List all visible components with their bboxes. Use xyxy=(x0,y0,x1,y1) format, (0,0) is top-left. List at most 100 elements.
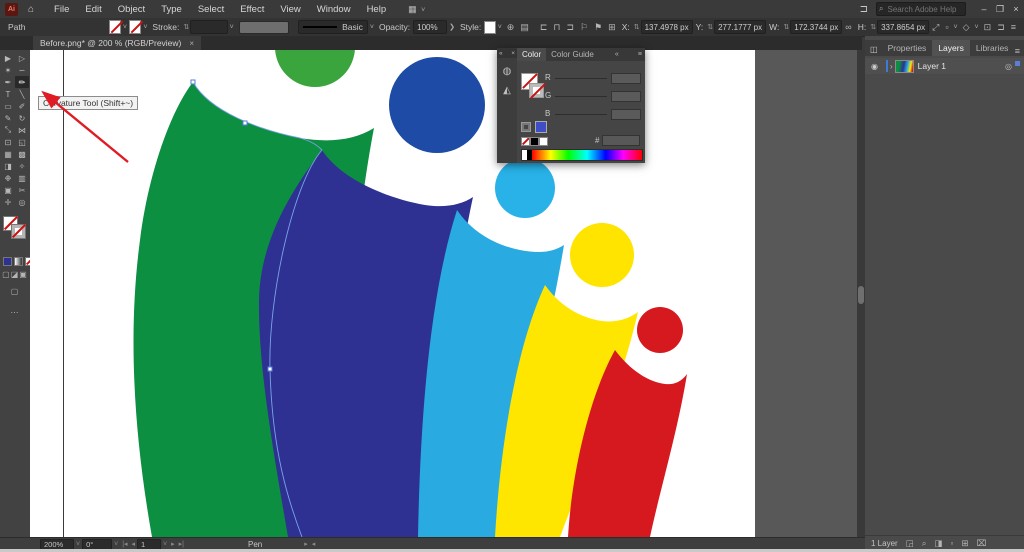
canvas[interactable] xyxy=(30,50,857,537)
close-icon[interactable]: × xyxy=(511,50,515,57)
zoom-level-field[interactable]: 200% xyxy=(40,538,74,550)
touch-workspace-icon[interactable]: ⊡ xyxy=(984,22,992,33)
artboard-number-field[interactable]: 1 xyxy=(137,538,162,550)
tab-color[interactable]: Color xyxy=(517,48,547,61)
white-swatch[interactable] xyxy=(539,137,548,146)
collapse-panels-icon[interactable]: ◫ xyxy=(870,45,878,54)
layer-row[interactable]: ◉ › Layer 1 ◎ xyxy=(865,58,1024,74)
constrain-link-icon[interactable]: ∞ xyxy=(845,22,851,32)
curvature-tool-icon[interactable]: ✏ xyxy=(15,76,29,88)
width-profile-dropdown[interactable] xyxy=(238,20,290,34)
app-logo-icon[interactable]: Ai xyxy=(5,2,18,16)
chevron-down-icon[interactable]: ˅ xyxy=(163,541,167,548)
menu-select[interactable]: Select xyxy=(190,4,232,15)
align-center-icon[interactable]: ⊓ xyxy=(553,22,560,33)
edit-toolbar-button[interactable]: ⋯ xyxy=(0,308,30,317)
opacity-field[interactable]: 100% xyxy=(413,20,448,34)
menu-window[interactable]: Window xyxy=(309,4,359,15)
draw-behind-icon[interactable]: ◪ xyxy=(11,270,20,279)
new-sublayer-icon[interactable]: ▫ xyxy=(951,538,954,548)
menu-type[interactable]: Type xyxy=(153,4,190,15)
free-transform-tool-icon[interactable]: ⊡ xyxy=(1,136,15,148)
collapse-icon[interactable]: « xyxy=(615,51,619,58)
h-field[interactable]: 337.8654 px xyxy=(877,20,930,34)
share-panel-icon[interactable]: ⊐ xyxy=(860,4,868,15)
menu-object[interactable]: Object xyxy=(110,4,153,15)
align-to-icon[interactable]: ⚑ xyxy=(594,22,602,33)
red-head-circle[interactable] xyxy=(637,307,683,353)
expand-layer-icon[interactable]: › xyxy=(890,62,893,71)
draw-normal-icon[interactable]: ▢ xyxy=(2,270,11,279)
clipping-mask-icon[interactable]: ◨ xyxy=(934,538,942,549)
align-right-icon[interactable]: ⊐ xyxy=(566,22,574,33)
panel-menu-icon[interactable]: ≡ xyxy=(1015,46,1020,56)
menu-edit[interactable]: Edit xyxy=(77,4,109,15)
stroke-swatch[interactable] xyxy=(529,83,544,98)
shape-builder-tool-icon[interactable]: ◱ xyxy=(15,136,29,148)
menu-effect[interactable]: Effect xyxy=(232,4,272,15)
rotate-tool-icon[interactable]: ↻ xyxy=(15,112,29,124)
artboard-tool-icon[interactable]: ▣ xyxy=(1,184,15,196)
tab-color-guide[interactable]: Color Guide xyxy=(546,48,599,61)
stroke-swatch[interactable] xyxy=(128,20,142,34)
scale-tool-icon[interactable]: ⤡ xyxy=(1,124,15,136)
draw-inside-icon[interactable]: ▣ xyxy=(19,270,28,279)
style-swatch[interactable] xyxy=(484,20,496,34)
g-slider[interactable] xyxy=(555,96,607,97)
column-graph-tool-icon[interactable]: ▥ xyxy=(15,172,29,184)
workspace-switcher-icon[interactable]: ▦ ˅ xyxy=(408,4,427,15)
search-box[interactable]: ⌕ xyxy=(876,2,966,16)
eyedropper-tool-icon[interactable]: ✧ xyxy=(15,160,29,172)
target-circle-icon[interactable]: ◎ xyxy=(1005,62,1012,71)
rainbow-spectrum[interactable] xyxy=(532,150,642,160)
transform-icon[interactable]: ⤢ xyxy=(932,22,939,33)
document-setup-icon[interactable]: ▤ xyxy=(520,22,529,33)
shaper-tool-icon[interactable]: ✎ xyxy=(1,112,15,124)
first-artboard-icon[interactable]: |◂ xyxy=(122,540,127,548)
tab-properties[interactable]: Properties xyxy=(882,40,933,56)
none-swatch[interactable] xyxy=(521,137,530,146)
hex-field[interactable] xyxy=(602,135,641,146)
chevron-down-icon[interactable]: ˅ xyxy=(975,24,979,31)
next-artboard-icon[interactable]: ▸ xyxy=(171,540,175,548)
chevron-down-icon[interactable]: ˅ xyxy=(230,24,234,31)
menu-file[interactable]: File xyxy=(46,4,77,15)
selection-tool-icon[interactable]: ▶ xyxy=(1,52,15,64)
distribute-icon[interactable]: ⚐ xyxy=(580,22,588,33)
home-icon[interactable]: ⌂ xyxy=(28,4,34,15)
menu-help[interactable]: Help xyxy=(359,4,395,15)
last-artboard-icon[interactable]: ▸| xyxy=(179,540,184,548)
rotation-field[interactable]: 0° xyxy=(82,538,113,550)
paintbrush-tool-icon[interactable]: ✐ xyxy=(15,100,29,112)
chevron-down-icon[interactable]: ˅ xyxy=(114,541,118,548)
chevron-down-icon[interactable]: ˅ xyxy=(954,24,958,31)
opacity-more-icon[interactable]: ❯ xyxy=(449,23,455,31)
zoom-tool-icon[interactable]: ◎ xyxy=(15,196,29,208)
chevron-down-icon[interactable]: ˅ xyxy=(370,24,374,31)
vertical-scrollbar[interactable] xyxy=(857,50,865,537)
layer-thumbnail[interactable] xyxy=(894,59,914,73)
magic-wand-tool-icon[interactable]: ✶ xyxy=(1,64,15,76)
collapse-icon[interactable]: « xyxy=(499,50,503,57)
document-tab[interactable]: Before.png* @ 200 % (RGB/Preview) × xyxy=(33,36,202,50)
yellow-head-circle[interactable] xyxy=(570,223,634,287)
tab-close-icon[interactable]: × xyxy=(189,39,194,48)
lasso-tool-icon[interactable]: ∽ xyxy=(15,64,29,76)
close-button[interactable]: × xyxy=(1008,4,1024,14)
slice-tool-icon[interactable]: ✂ xyxy=(15,184,29,196)
direct-selection-tool-icon[interactable]: ▷ xyxy=(15,52,29,64)
b-slider[interactable] xyxy=(555,114,607,115)
y-field[interactable]: 277.1777 px xyxy=(714,20,767,34)
color-button[interactable] xyxy=(3,257,12,266)
reference-point-icon[interactable]: ⊞ xyxy=(608,22,616,33)
tab-libraries[interactable]: Libraries xyxy=(970,40,1015,56)
collect-export-icon[interactable]: ◲ xyxy=(906,538,914,549)
r-slider[interactable] xyxy=(555,78,607,79)
align-left-icon[interactable]: ⊏ xyxy=(540,22,548,33)
rectangle-tool-icon[interactable]: ▭ xyxy=(1,100,15,112)
color-spectrum[interactable] xyxy=(521,149,643,161)
status-split-right-icon[interactable]: ▸ xyxy=(304,540,308,548)
search-input[interactable] xyxy=(885,3,960,15)
stroke-stepper-icon[interactable]: ⇅ xyxy=(183,23,189,31)
stroke-swatch[interactable] xyxy=(11,224,26,239)
